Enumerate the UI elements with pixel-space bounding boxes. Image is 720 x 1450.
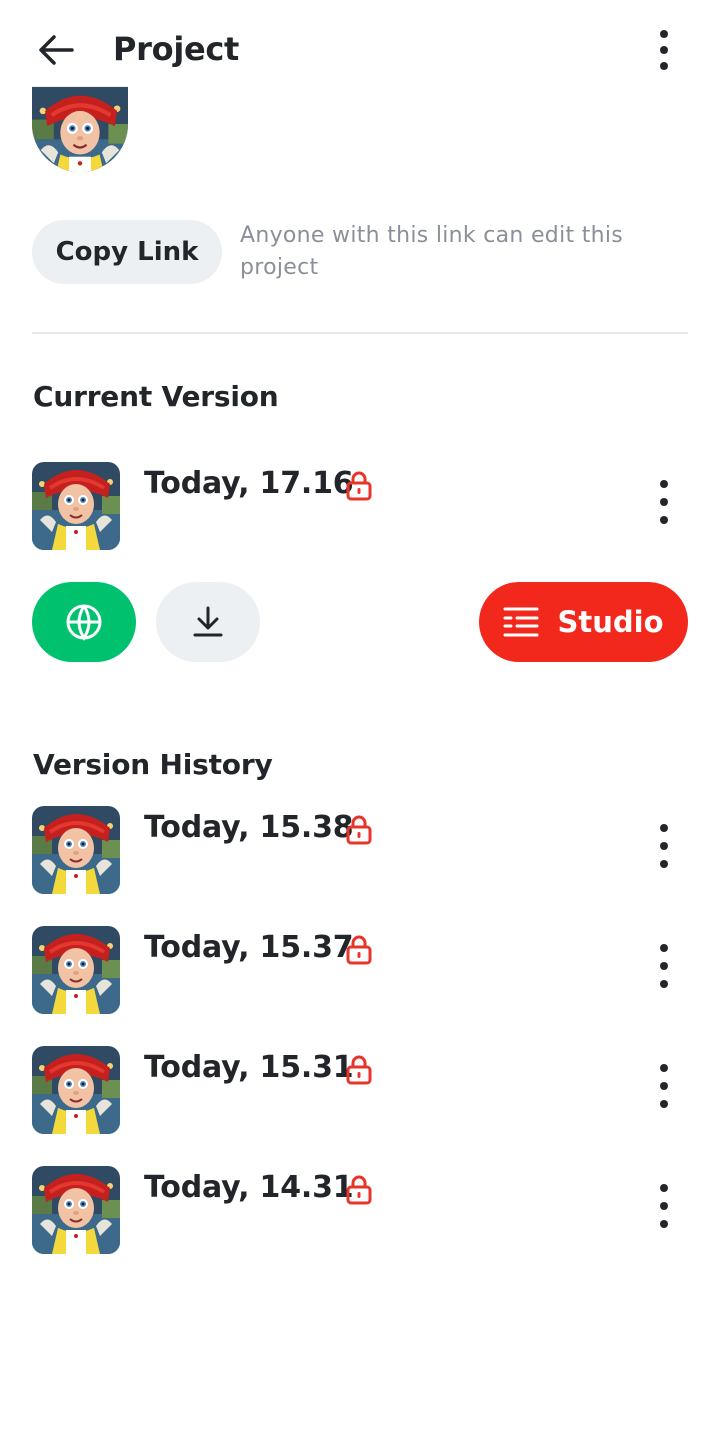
version-thumbnail xyxy=(32,926,120,1014)
history-row[interactable]: Today, 14.31 xyxy=(0,1166,720,1256)
version-more-icon[interactable] xyxy=(652,1064,676,1108)
current-version-title: Current Version xyxy=(33,380,279,413)
version-thumbnail xyxy=(32,1166,120,1254)
version-more-icon[interactable] xyxy=(652,1184,676,1228)
download-icon xyxy=(193,606,223,637)
list-indent-icon xyxy=(503,607,539,637)
history-row[interactable]: Today, 15.38 xyxy=(0,806,720,896)
lock-icon xyxy=(344,1054,374,1086)
current-version-row[interactable]: Today, 17.16 xyxy=(0,462,720,552)
version-more-icon[interactable] xyxy=(652,480,676,524)
studio-label: Studio xyxy=(557,605,664,639)
project-avatar xyxy=(32,60,128,172)
publish-button[interactable] xyxy=(32,582,136,662)
version-more-icon[interactable] xyxy=(652,944,676,988)
copy-link-button[interactable]: Copy Link xyxy=(32,220,222,284)
version-time: Today, 15.38 xyxy=(144,810,354,845)
studio-button[interactable]: Studio xyxy=(479,582,688,662)
version-time: Today, 15.37 xyxy=(144,930,354,965)
version-thumbnail xyxy=(32,1046,120,1134)
globe-icon xyxy=(66,604,102,641)
download-button[interactable] xyxy=(156,582,260,662)
divider xyxy=(32,332,688,334)
page-title: Project xyxy=(113,30,240,68)
lock-icon xyxy=(344,470,374,502)
lock-icon xyxy=(344,814,374,846)
history-row[interactable]: Today, 15.37 xyxy=(0,926,720,1016)
version-time: Today, 17.16 xyxy=(144,466,354,501)
version-thumbnail xyxy=(32,462,120,550)
share-hint-text: Anyone with this link can edit this proj… xyxy=(240,223,624,280)
version-time: Today, 15.31 xyxy=(144,1050,354,1085)
lock-icon xyxy=(344,1174,374,1206)
more-vertical-icon[interactable] xyxy=(652,30,676,70)
version-time: Today, 14.31 xyxy=(144,1170,354,1205)
version-history-title: Version History xyxy=(33,748,273,781)
lock-icon xyxy=(344,934,374,966)
version-more-icon[interactable] xyxy=(652,824,676,868)
version-thumbnail xyxy=(32,806,120,894)
history-row[interactable]: Today, 15.31 xyxy=(0,1046,720,1136)
